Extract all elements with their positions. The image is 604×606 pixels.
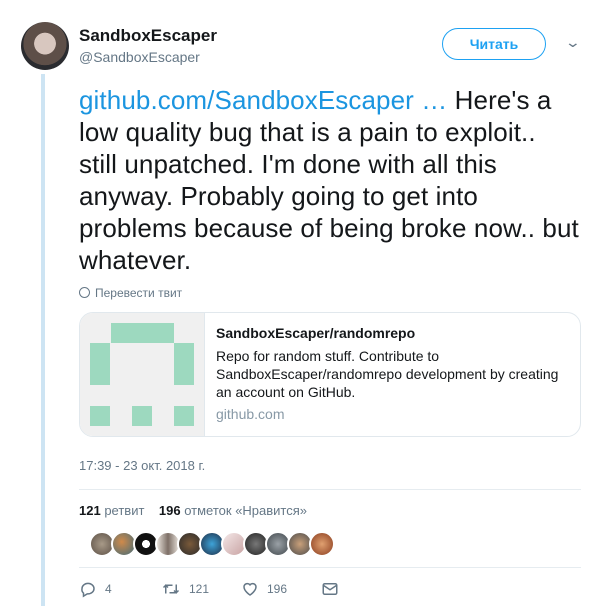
avatar[interactable] — [21, 22, 69, 70]
likes-stat-label: отметок «Нравится» — [184, 503, 308, 518]
link-card[interactable]: SandboxEscaper/randomrepo Repo for rando… — [79, 312, 581, 437]
message-action[interactable] — [321, 580, 339, 598]
likes-stat-count: 196 — [158, 503, 181, 518]
retweets-stat[interactable]: 121 ретвит — [79, 503, 144, 518]
like-count: 196 — [267, 582, 288, 596]
identicon-block — [174, 343, 194, 385]
identicon-block — [174, 406, 194, 426]
retweet-icon — [162, 584, 180, 594]
reply-icon — [81, 582, 95, 598]
like-action[interactable]: 196 — [241, 580, 287, 598]
card-description: Repo for random stuff. Contribute to San… — [216, 348, 559, 400]
follow-button[interactable]: Читать — [442, 28, 546, 60]
translate-label: Перевести твит — [95, 286, 183, 300]
envelope-icon — [322, 583, 338, 595]
user-handle[interactable]: @SandboxEscaper — [79, 49, 200, 65]
card-title: SandboxEscaper/randomrepo — [216, 325, 416, 341]
liker-avatar[interactable] — [309, 531, 335, 557]
identicon-thumbnail — [80, 313, 205, 436]
reply-count: 4 — [105, 582, 112, 596]
reply-action[interactable]: 4 — [79, 580, 112, 598]
translate-tweet[interactable]: Перевести твит — [79, 286, 182, 300]
retweet-action[interactable]: 121 — [161, 580, 209, 598]
tweet-link[interactable]: github.com/SandboxEscaper … — [79, 85, 447, 115]
card-domain: github.com — [216, 406, 285, 422]
identicon-block — [90, 406, 110, 426]
thread-line — [41, 74, 45, 606]
retweet-count: 121 — [189, 582, 210, 596]
divider — [79, 489, 581, 490]
globe-icon — [79, 287, 90, 298]
display-name[interactable]: SandboxEscaper — [79, 26, 217, 46]
likes-stat[interactable]: 196 отметок «Нравится» — [159, 503, 307, 518]
retweets-stat-count: 121 — [79, 503, 101, 518]
chevron-down-icon[interactable]: ⌄ — [565, 34, 581, 51]
tweet-text: github.com/SandboxEscaper … Here's a low… — [79, 84, 579, 276]
identicon-block — [132, 406, 152, 426]
timestamp[interactable]: 17:39 - 23 окт. 2018 г. — [79, 458, 205, 473]
identicon-block — [111, 323, 174, 343]
identicon-block — [90, 343, 110, 385]
retweets-stat-label: ретвит — [104, 503, 145, 518]
heart-icon — [243, 582, 257, 596]
divider — [79, 567, 581, 568]
engagement-stats: 121 ретвит 196 отметок «Нравится» — [79, 503, 307, 518]
